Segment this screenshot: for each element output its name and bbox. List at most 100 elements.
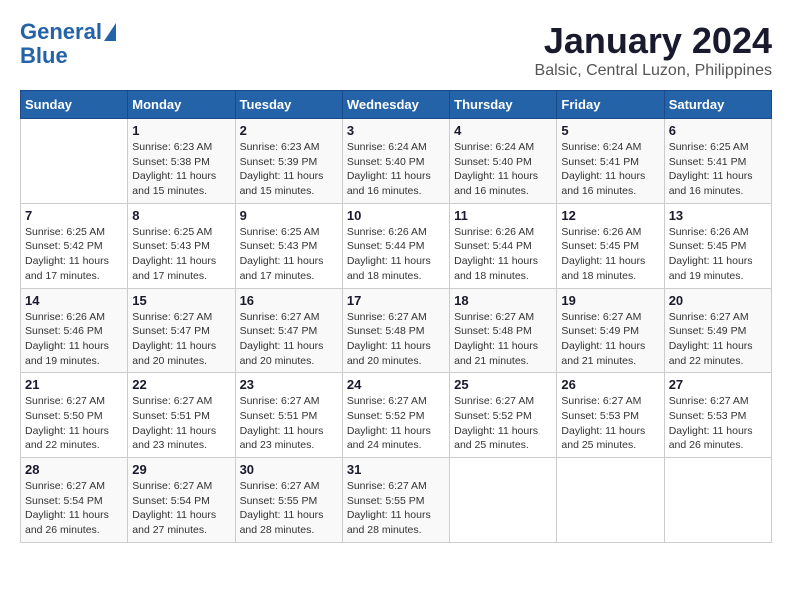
day-info: Sunrise: 6:27 AMSunset: 5:47 PMDaylight:… [240, 310, 338, 369]
weekday-header: Wednesday [342, 91, 449, 119]
day-number: 30 [240, 462, 338, 477]
day-number: 24 [347, 377, 445, 392]
calendar-cell: 3Sunrise: 6:24 AMSunset: 5:40 PMDaylight… [342, 119, 449, 204]
day-number: 23 [240, 377, 338, 392]
calendar-cell [450, 458, 557, 543]
calendar-week-row: 28 Sunrise: 6:27 AMSunset: 5:54 PMDayligh… [21, 458, 772, 543]
day-number: 27 [669, 377, 767, 392]
weekday-header: Thursday [450, 91, 557, 119]
day-number: 5 [561, 123, 659, 138]
title-block: January 2024 Balsic, Central Luzon, Phil… [535, 20, 772, 80]
calendar-cell: 27 Sunrise: 6:27 AMSunset: 5:53 PMDayligh… [664, 373, 771, 458]
calendar-table: SundayMondayTuesdayWednesdayThursdayFrid… [20, 90, 772, 543]
day-number: 28 [25, 462, 123, 477]
day-info: Sunrise: 6:26 AMSunset: 5:46 PMDaylight:… [25, 310, 123, 369]
day-info: Sunrise: 6:26 AMSunset: 5:44 PMDaylight:… [347, 225, 445, 284]
day-number: 31 [347, 462, 445, 477]
day-info: Sunrise: 6:27 AMSunset: 5:55 PMDaylight:… [240, 479, 338, 538]
day-number: 10 [347, 208, 445, 223]
calendar-cell: 31 Sunrise: 6:27 AMSunset: 5:55 PMDayligh… [342, 458, 449, 543]
calendar-cell: 29 Sunrise: 6:27 AMSunset: 5:54 PMDayligh… [128, 458, 235, 543]
day-info: Sunrise: 6:27 AMSunset: 5:51 PMDaylight:… [132, 394, 230, 453]
day-number: 19 [561, 293, 659, 308]
day-number: 17 [347, 293, 445, 308]
day-number: 11 [454, 208, 552, 223]
day-info: Sunrise: 6:27 AMSunset: 5:52 PMDaylight:… [454, 394, 552, 453]
day-info: Sunrise: 6:27 AMSunset: 5:54 PMDaylight:… [25, 479, 123, 538]
calendar-cell: 14 Sunrise: 6:26 AMSunset: 5:46 PMDayligh… [21, 288, 128, 373]
day-info: Sunrise: 6:24 AMSunset: 5:41 PMDaylight:… [561, 140, 659, 199]
day-info: Sunrise: 6:25 AMSunset: 5:42 PMDaylight:… [25, 225, 123, 284]
calendar-cell: 10 Sunrise: 6:26 AMSunset: 5:44 PMDayligh… [342, 203, 449, 288]
logo-triangle-icon [104, 23, 116, 41]
header-row: SundayMondayTuesdayWednesdayThursdayFrid… [21, 91, 772, 119]
weekday-header: Sunday [21, 91, 128, 119]
day-number: 26 [561, 377, 659, 392]
calendar-cell: 16Sunrise: 6:27 AMSunset: 5:47 PMDayligh… [235, 288, 342, 373]
calendar-cell: 11 Sunrise: 6:26 AMSunset: 5:44 PMDayligh… [450, 203, 557, 288]
day-number: 18 [454, 293, 552, 308]
day-info: Sunrise: 6:27 AMSunset: 5:52 PMDaylight:… [347, 394, 445, 453]
calendar-week-row: 14 Sunrise: 6:26 AMSunset: 5:46 PMDayligh… [21, 288, 772, 373]
day-number: 2 [240, 123, 338, 138]
weekday-header: Tuesday [235, 91, 342, 119]
weekday-header: Monday [128, 91, 235, 119]
calendar-cell: 23 Sunrise: 6:27 AMSunset: 5:51 PMDayligh… [235, 373, 342, 458]
calendar-week-row: 21Sunrise: 6:27 AMSunset: 5:50 PMDayligh… [21, 373, 772, 458]
day-info: Sunrise: 6:27 AMSunset: 5:53 PMDaylight:… [561, 394, 659, 453]
calendar-cell: 6Sunrise: 6:25 AMSunset: 5:41 PMDaylight… [664, 119, 771, 204]
day-number: 7 [25, 208, 123, 223]
day-info: Sunrise: 6:23 AMSunset: 5:39 PMDaylight:… [240, 140, 338, 199]
calendar-cell: 22 Sunrise: 6:27 AMSunset: 5:51 PMDayligh… [128, 373, 235, 458]
calendar-cell: 18 Sunrise: 6:27 AMSunset: 5:48 PMDayligh… [450, 288, 557, 373]
day-info: Sunrise: 6:27 AMSunset: 5:53 PMDaylight:… [669, 394, 767, 453]
calendar-cell: 8 Sunrise: 6:25 AMSunset: 5:43 PMDaylight… [128, 203, 235, 288]
calendar-cell: 2 Sunrise: 6:23 AMSunset: 5:39 PMDaylight… [235, 119, 342, 204]
day-number: 9 [240, 208, 338, 223]
calendar-cell: 13 Sunrise: 6:26 AMSunset: 5:45 PMDayligh… [664, 203, 771, 288]
calendar-subtitle: Balsic, Central Luzon, Philippines [535, 62, 772, 80]
day-number: 12 [561, 208, 659, 223]
calendar-header: SundayMondayTuesdayWednesdayThursdayFrid… [21, 91, 772, 119]
calendar-cell: 12Sunrise: 6:26 AMSunset: 5:45 PMDayligh… [557, 203, 664, 288]
day-info: Sunrise: 6:24 AMSunset: 5:40 PMDaylight:… [454, 140, 552, 199]
day-info: Sunrise: 6:25 AMSunset: 5:43 PMDaylight:… [240, 225, 338, 284]
calendar-cell: 5 Sunrise: 6:24 AMSunset: 5:41 PMDaylight… [557, 119, 664, 204]
day-info: Sunrise: 6:27 AMSunset: 5:48 PMDaylight:… [347, 310, 445, 369]
weekday-header: Saturday [664, 91, 771, 119]
page-header: General Blue January 2024 Balsic, Centra… [20, 20, 772, 80]
calendar-cell: 26 Sunrise: 6:27 AMSunset: 5:53 PMDayligh… [557, 373, 664, 458]
day-number: 15 [132, 293, 230, 308]
day-number: 8 [132, 208, 230, 223]
day-info: Sunrise: 6:27 AMSunset: 5:49 PMDaylight:… [561, 310, 659, 369]
calendar-body: 1 Sunrise: 6:23 AMSunset: 5:38 PMDaylight… [21, 119, 772, 543]
logo: General Blue [20, 20, 116, 68]
day-number: 20 [669, 293, 767, 308]
day-number: 22 [132, 377, 230, 392]
calendar-cell: 28 Sunrise: 6:27 AMSunset: 5:54 PMDayligh… [21, 458, 128, 543]
day-number: 29 [132, 462, 230, 477]
day-info: Sunrise: 6:25 AMSunset: 5:43 PMDaylight:… [132, 225, 230, 284]
day-info: Sunrise: 6:26 AMSunset: 5:45 PMDaylight:… [669, 225, 767, 284]
calendar-week-row: 1 Sunrise: 6:23 AMSunset: 5:38 PMDaylight… [21, 119, 772, 204]
day-number: 13 [669, 208, 767, 223]
day-number: 14 [25, 293, 123, 308]
day-info: Sunrise: 6:27 AMSunset: 5:50 PMDaylight:… [25, 394, 123, 453]
calendar-cell: 30 Sunrise: 6:27 AMSunset: 5:55 PMDayligh… [235, 458, 342, 543]
day-info: Sunrise: 6:27 AMSunset: 5:54 PMDaylight:… [132, 479, 230, 538]
day-info: Sunrise: 6:25 AMSunset: 5:41 PMDaylight:… [669, 140, 767, 199]
calendar-cell: 4Sunrise: 6:24 AMSunset: 5:40 PMDaylight… [450, 119, 557, 204]
calendar-cell [664, 458, 771, 543]
day-number: 25 [454, 377, 552, 392]
day-info: Sunrise: 6:27 AMSunset: 5:55 PMDaylight:… [347, 479, 445, 538]
day-info: Sunrise: 6:26 AMSunset: 5:44 PMDaylight:… [454, 225, 552, 284]
day-number: 1 [132, 123, 230, 138]
day-info: Sunrise: 6:27 AMSunset: 5:51 PMDaylight:… [240, 394, 338, 453]
calendar-cell: 21Sunrise: 6:27 AMSunset: 5:50 PMDayligh… [21, 373, 128, 458]
day-info: Sunrise: 6:23 AMSunset: 5:38 PMDaylight:… [132, 140, 230, 199]
day-info: Sunrise: 6:27 AMSunset: 5:47 PMDaylight:… [132, 310, 230, 369]
calendar-cell: 15 Sunrise: 6:27 AMSunset: 5:47 PMDayligh… [128, 288, 235, 373]
day-info: Sunrise: 6:27 AMSunset: 5:48 PMDaylight:… [454, 310, 552, 369]
calendar-cell: 17 Sunrise: 6:27 AMSunset: 5:48 PMDayligh… [342, 288, 449, 373]
day-info: Sunrise: 6:24 AMSunset: 5:40 PMDaylight:… [347, 140, 445, 199]
